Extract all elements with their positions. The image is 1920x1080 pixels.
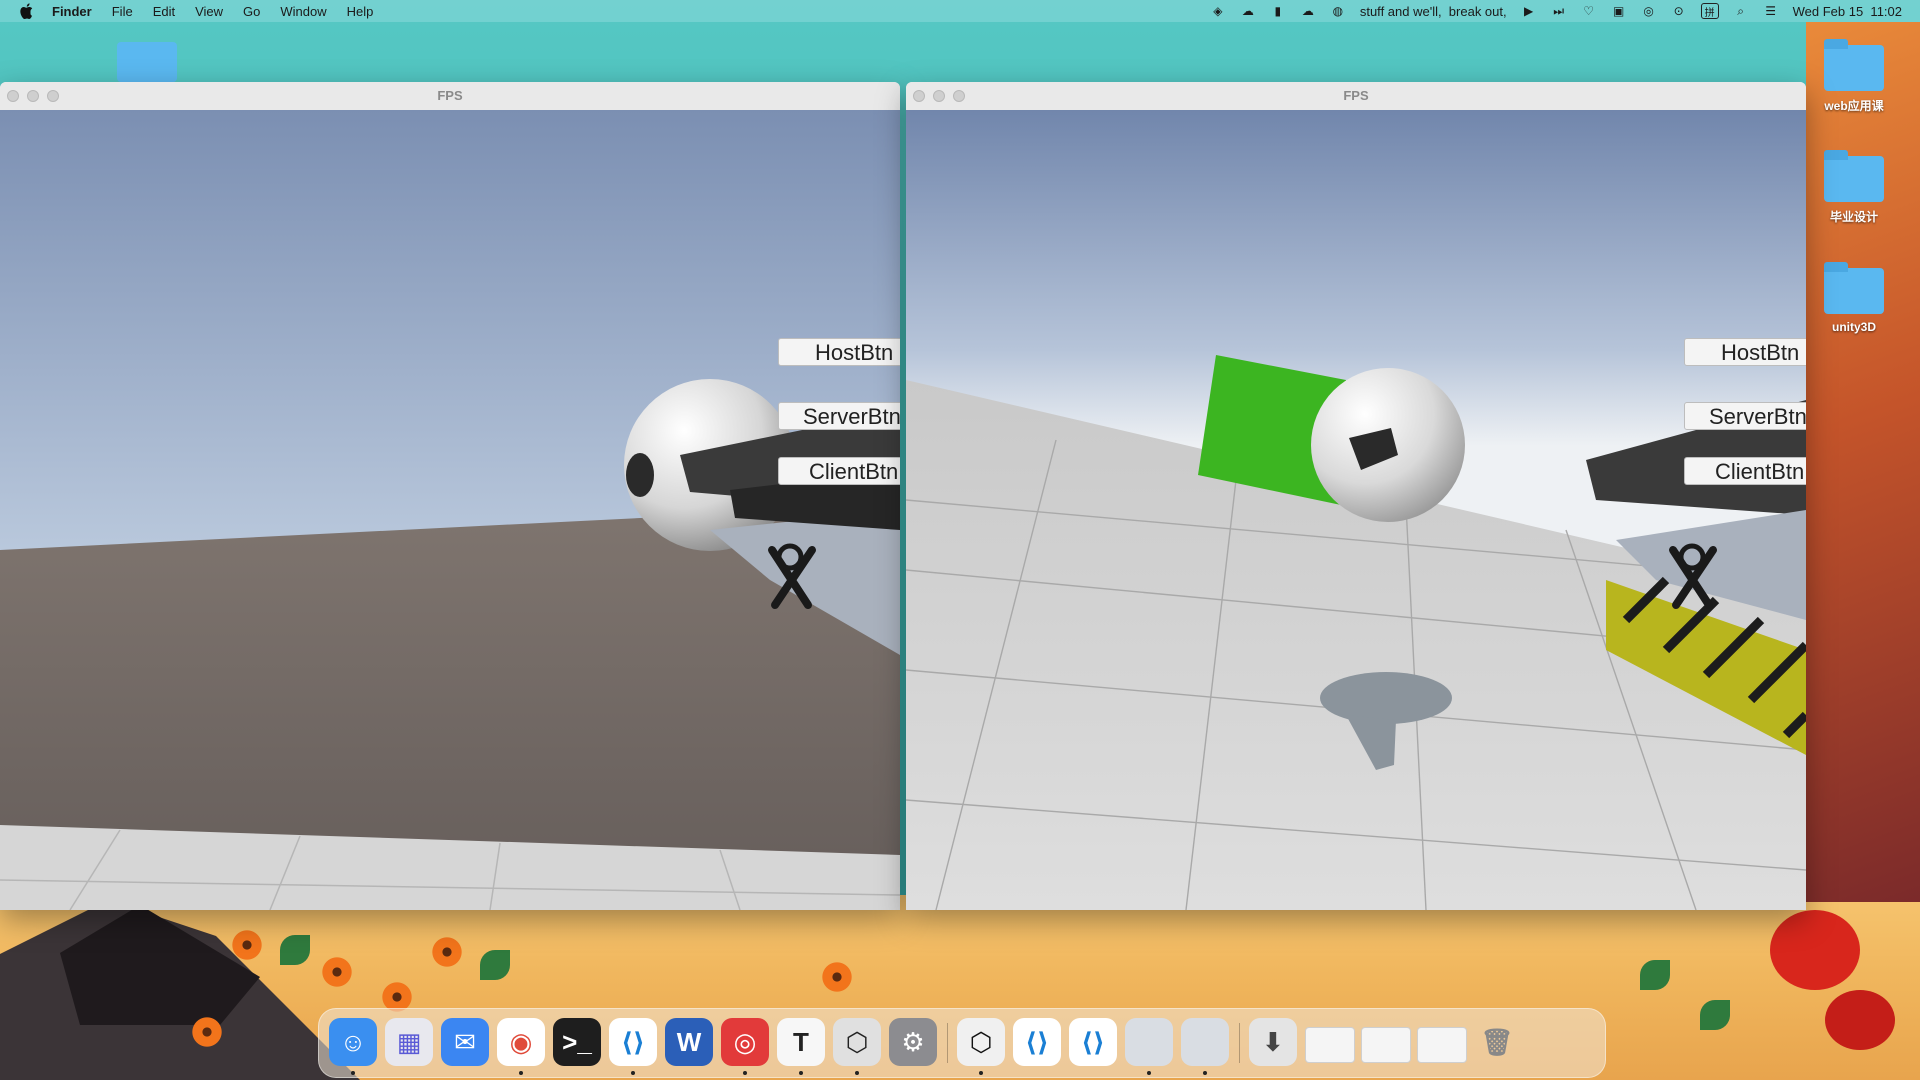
desktop-folder-label: unity3D	[1831, 320, 1876, 334]
vscode-icon[interactable]: ⟨⟩	[1013, 1018, 1061, 1066]
running-indicator	[351, 1071, 355, 1075]
server-button[interactable]: ServerBtn	[1684, 402, 1806, 430]
wallpaper-leaf	[280, 935, 310, 965]
desktop-folder-unity3d[interactable]: unity3D	[1814, 262, 1894, 334]
game-viewport[interactable]: HostBtn ServerBtn ClientBtn	[0, 110, 900, 910]
chrome-icon[interactable]: ◉	[497, 1018, 545, 1066]
cloud-icon[interactable]: ☁	[1300, 4, 1316, 18]
game-scene	[906, 110, 1806, 910]
client-button[interactable]: ClientBtn	[1684, 457, 1806, 485]
wallpaper-flower	[230, 928, 264, 962]
desktop-folder-web[interactable]: web应用课	[1814, 39, 1894, 114]
game-window-left: FPS HostBtn ServerBtn ClientBtn	[0, 82, 900, 910]
clock-text[interactable]: Wed Feb 15 11:02	[1793, 4, 1902, 19]
vscode-icon[interactable]: ⟨⟩	[1069, 1018, 1117, 1066]
menu-view[interactable]: View	[195, 4, 223, 19]
now-playing-text[interactable]: stuff and we'll, break out,	[1360, 4, 1507, 19]
folder-icon	[1824, 150, 1884, 202]
minimized-window-icon[interactable]	[1417, 1027, 1467, 1063]
wallpaper-red-flower	[1770, 910, 1860, 990]
running-indicator	[979, 1071, 983, 1075]
word-icon[interactable]: W	[665, 1018, 713, 1066]
netease-icon[interactable]: ◎	[1641, 4, 1657, 18]
dock-separator	[1239, 1023, 1240, 1063]
play-icon[interactable]: ▶	[1521, 4, 1537, 18]
unity-hub-icon[interactable]: ⬡	[833, 1018, 881, 1066]
system-preferences-icon[interactable]: ⚙	[889, 1018, 937, 1066]
netease-music-icon[interactable]: ◎	[721, 1018, 769, 1066]
downloads-icon[interactable]: ⬇	[1249, 1018, 1297, 1066]
menu-edit[interactable]: Edit	[153, 4, 175, 19]
control-center-icon[interactable]: ☰	[1763, 4, 1779, 18]
terminal-icon[interactable]: >_	[553, 1018, 601, 1066]
input-method-icon[interactable]: 拼	[1700, 3, 1719, 19]
launchpad-icon[interactable]: ▦	[385, 1018, 433, 1066]
menu-app-name[interactable]: Finder	[52, 4, 92, 19]
folder-icon[interactable]	[117, 42, 177, 82]
typora-icon[interactable]: T	[777, 1018, 825, 1066]
folder-icon	[1824, 262, 1884, 314]
wallpaper-flower	[320, 955, 354, 989]
desktop-folder-graduation[interactable]: 毕业设计	[1814, 150, 1894, 225]
window-titlebar[interactable]: FPS	[0, 82, 900, 111]
server-button[interactable]: ServerBtn	[778, 402, 900, 430]
game-scene	[0, 110, 900, 910]
next-track-icon[interactable]: ⏭	[1551, 4, 1567, 18]
window-title: FPS	[437, 88, 463, 103]
menu-go[interactable]: Go	[243, 4, 260, 19]
wallpaper-leaf	[1700, 1000, 1730, 1030]
running-indicator	[1203, 1071, 1207, 1075]
creative-cloud-icon[interactable]: ☁	[1240, 4, 1256, 18]
host-button[interactable]: HostBtn	[1684, 338, 1806, 366]
wallpaper-flower	[430, 935, 464, 969]
running-indicator	[1147, 1071, 1151, 1075]
search-icon[interactable]: ⌕	[1733, 4, 1749, 18]
game-viewport[interactable]: HostBtn ServerBtn ClientBtn	[906, 110, 1806, 910]
wallpaper-leaf	[1640, 960, 1670, 990]
app-window-icon[interactable]	[1125, 1018, 1173, 1066]
running-indicator	[631, 1071, 635, 1075]
heart-icon[interactable]: ♡	[1581, 4, 1597, 18]
desktop-folder-label: 毕业设计	[1829, 210, 1878, 224]
bookmark-icon[interactable]: ▮	[1270, 4, 1286, 18]
desktop-folder-label: web应用课	[1824, 99, 1884, 113]
menu-file[interactable]: File	[112, 4, 133, 19]
wallpaper-red-flower	[1825, 990, 1895, 1050]
unity-icon[interactable]: ◈	[1210, 4, 1226, 18]
running-indicator	[743, 1071, 747, 1075]
client-button[interactable]: ClientBtn	[778, 457, 900, 485]
unity-icon[interactable]: ⬡	[957, 1018, 1005, 1066]
minimized-window-icon[interactable]	[1305, 1027, 1355, 1063]
app-icon[interactable]: ◍	[1330, 4, 1346, 18]
running-indicator	[799, 1071, 803, 1075]
menu-help[interactable]: Help	[347, 4, 374, 19]
window-titlebar[interactable]: FPS	[906, 82, 1806, 111]
vscode-icon[interactable]: ⟨⟩	[609, 1018, 657, 1066]
apple-logo-icon[interactable]	[20, 3, 34, 19]
menu-window[interactable]: Window	[280, 4, 326, 19]
wallpaper-flower	[190, 1015, 224, 1049]
running-indicator	[519, 1071, 523, 1075]
menu-bar-status-area: ◈ ☁ ▮ ☁ ◍ stuff and we'll, break out, ▶ …	[1210, 0, 1902, 22]
dock: ☺ ▦ ✉ ◉ >_ ⟨⟩ W ◎ T ⬡ ⚙ ⬡ ⟨⟩ ⟨⟩ ⬇ 🗑	[318, 1008, 1606, 1078]
minimized-window-icon[interactable]	[1361, 1027, 1411, 1063]
mail-icon[interactable]: ✉	[441, 1018, 489, 1066]
game-window-right: FPS HostBtn ServerBtn ClientBtn	[906, 82, 1806, 910]
app-window-icon[interactable]	[1181, 1018, 1229, 1066]
trash-icon[interactable]: ▣	[1611, 4, 1627, 18]
trash-icon[interactable]: 🗑	[1473, 1018, 1521, 1066]
wallpaper-flower	[820, 960, 854, 994]
menu-bar: Finder File Edit View Go Window Help ◈ ☁…	[0, 0, 1920, 22]
window-title: FPS	[1343, 88, 1369, 103]
play-circle-icon[interactable]: ⊙	[1671, 4, 1687, 18]
running-indicator	[855, 1071, 859, 1075]
folder-icon	[1824, 39, 1884, 91]
wallpaper-leaf	[480, 950, 510, 980]
finder-icon[interactable]: ☺	[329, 1018, 377, 1066]
host-button[interactable]: HostBtn	[778, 338, 900, 366]
dock-separator	[947, 1023, 948, 1063]
